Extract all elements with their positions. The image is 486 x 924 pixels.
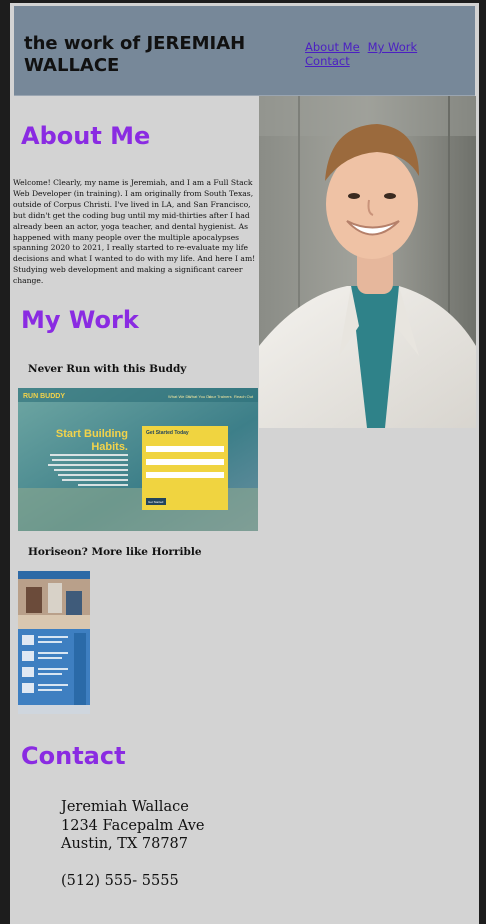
nav-link-about-me[interactable]: About Me [305,40,360,54]
main-nav: About Me My Work Contact [305,40,455,68]
run-buddy-form-button: Get Started [148,500,164,504]
run-buddy-nav-3: Your Trainers [208,394,232,399]
run-buddy-brand: RUN BUDDY [23,393,65,400]
contact-city: Austin, TX 78787 [61,836,189,852]
contact-street: 1234 Facepalm Ave [61,817,205,834]
site-header: the work of JEREMIAH WALLACE About Me My … [14,6,475,96]
project-screenshot-run-buddy[interactable]: RUN BUDDY What We Do What You Do Your Tr… [18,388,258,531]
project-title-run-buddy: Never Run with this Buddy [28,363,187,375]
contact-name: Jeremiah Wallace [61,799,189,815]
run-buddy-form-title: Get Started Today [146,430,189,436]
site-title: the work of JEREMIAH WALLACE [24,33,246,76]
run-buddy-nav-4: Reach Out [234,394,254,399]
run-buddy-hero-line2: Habits. [91,441,128,453]
contact-details: Jeremiah Wallace 1234 Facepalm Ave Austi… [61,798,205,890]
page: the work of JEREMIAH WALLACE About Me My … [10,3,479,924]
about-heading: About Me [21,122,151,150]
project-title-horiseon: Horiseon? More like Horrible [28,546,202,558]
contact-phone: (512) 555- 5555 [61,872,179,889]
my-work-heading: My Work [21,306,139,334]
portrait-photo [259,96,476,428]
contact-heading: Contact [21,742,126,770]
project-screenshot-horiseon[interactable] [18,571,90,714]
about-text: Welcome! Clearly, my name is Jeremiah, a… [13,178,256,286]
nav-link-my-work[interactable]: My Work [368,40,418,54]
run-buddy-hero-line1: Start Building [56,428,128,440]
nav-link-contact[interactable]: Contact [305,54,350,68]
